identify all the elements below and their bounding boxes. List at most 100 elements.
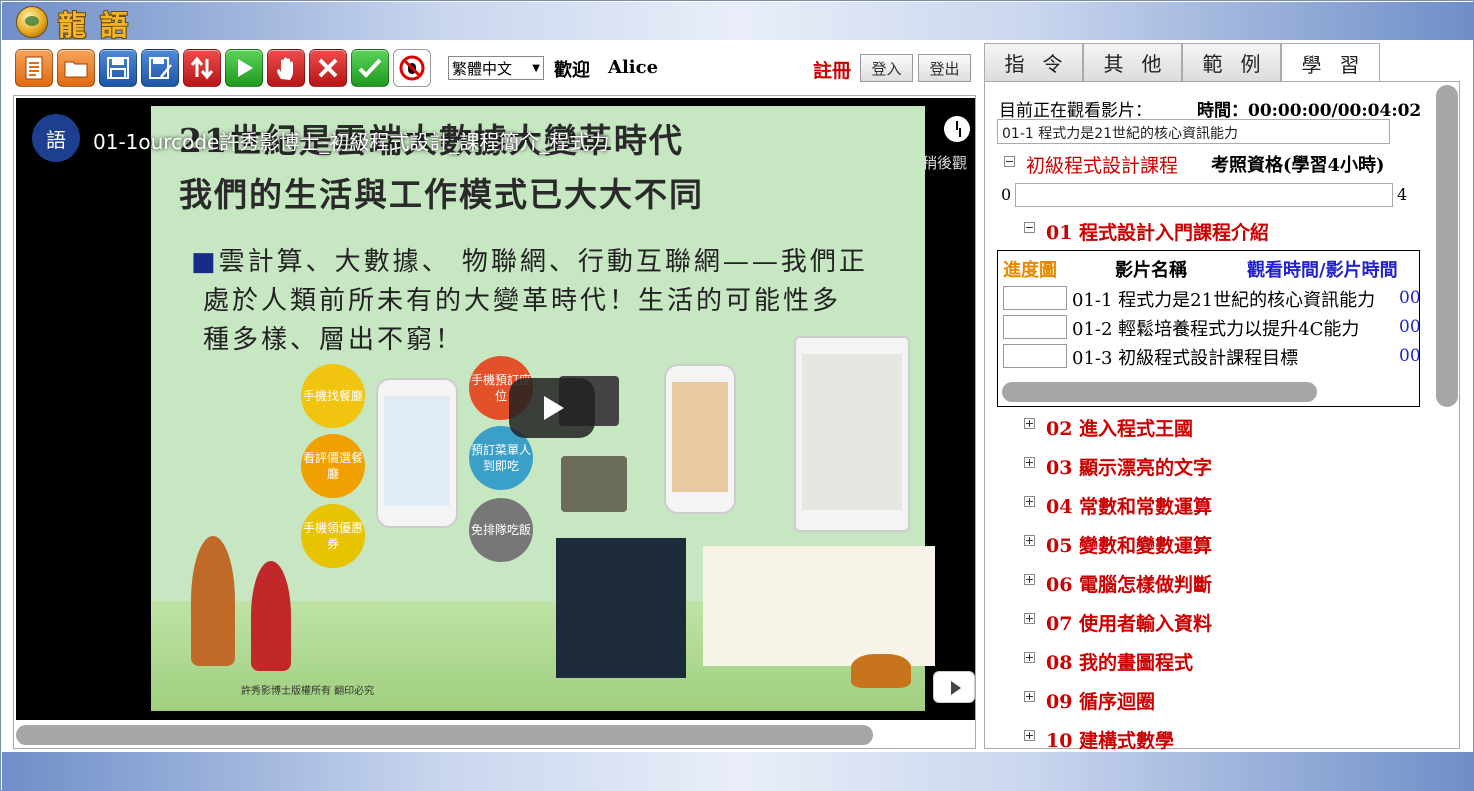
chapter-07[interactable]: 07 使用者輸入資料 bbox=[1046, 609, 1212, 636]
watch-later-label[interactable]: 稍後觀 bbox=[922, 152, 967, 173]
save-as-button[interactable] bbox=[141, 49, 179, 87]
chapter-08[interactable]: 08 我的畫圖程式 bbox=[1046, 648, 1193, 675]
table-row-name[interactable]: 01-1 程式力是21世紀的核心資訊能力 bbox=[1072, 286, 1375, 312]
hand-stop-icon bbox=[277, 57, 293, 80]
table-row-name[interactable]: 01-3 初級程式設計課程目標 bbox=[1072, 344, 1298, 370]
bubble-3: 手機領優惠券 bbox=[301, 504, 365, 568]
slide-copyright: 許秀影博士版權所有 翻印必究 bbox=[241, 686, 375, 697]
map-phone-image bbox=[794, 336, 910, 532]
row-progress-box bbox=[1003, 286, 1067, 310]
open-folder-button[interactable] bbox=[57, 49, 95, 87]
no-debug-button[interactable] bbox=[393, 49, 431, 87]
logout-button[interactable]: 登出 bbox=[918, 54, 971, 82]
close-button[interactable] bbox=[309, 49, 347, 87]
row-progress-box bbox=[1003, 344, 1067, 368]
horizontal-scrollbar[interactable] bbox=[16, 725, 873, 745]
column-header-progress: 進度圖 bbox=[1003, 260, 1057, 281]
expand-icon[interactable] bbox=[1024, 730, 1035, 741]
chapter-02[interactable]: 02 進入程式王國 bbox=[1046, 414, 1193, 441]
expand-icon[interactable] bbox=[1024, 691, 1035, 702]
expand-icon[interactable] bbox=[1024, 457, 1035, 468]
language-select-value: 繁體中文 bbox=[452, 59, 513, 78]
youtube-logo-icon[interactable] bbox=[933, 671, 975, 703]
progress-max: 4 bbox=[1397, 185, 1408, 204]
tab-commands[interactable]: 指令 bbox=[984, 43, 1083, 81]
boy-figure bbox=[191, 536, 235, 666]
taxi-app-image bbox=[703, 546, 935, 666]
vertical-scrollbar[interactable] bbox=[1436, 85, 1458, 407]
expand-icon[interactable] bbox=[1024, 418, 1035, 429]
expand-icon[interactable] bbox=[1024, 613, 1035, 624]
table-row-time: 00 bbox=[1399, 346, 1420, 366]
chapter-09[interactable]: 09 循序迴圈 bbox=[1046, 687, 1155, 714]
welcome-label: 歡迎 bbox=[554, 60, 590, 81]
stop-button[interactable] bbox=[267, 49, 305, 87]
chapter-06[interactable]: 06 電腦怎樣做判斷 bbox=[1046, 570, 1212, 597]
slide-bullet-text-1: 雲計算、大數據、 物聯網、行動互聯網——我們正 bbox=[218, 247, 868, 277]
bullet-icon: ■ bbox=[191, 247, 219, 277]
run-button[interactable] bbox=[225, 49, 263, 87]
collapse-icon[interactable] bbox=[1024, 222, 1035, 233]
now-watching-field[interactable]: 01-1 程式力是21世紀的核心資訊能力 bbox=[997, 119, 1390, 144]
language-select[interactable]: 繁體中文 ▼ bbox=[448, 56, 544, 80]
sort-button[interactable] bbox=[183, 49, 221, 87]
up-down-arrows-icon bbox=[190, 56, 214, 80]
register-link[interactable]: 註冊 bbox=[813, 56, 851, 83]
table-horizontal-scrollbar[interactable] bbox=[1002, 382, 1317, 402]
table-row-name[interactable]: 01-2 輕鬆培養程式力以提升4C能力 bbox=[1072, 315, 1359, 341]
video-player[interactable]: 21世紀是雲端大數據大變革時代 我們的生活與工作模式已大大不同 ■雲計算、大數據… bbox=[16, 98, 975, 720]
row-progress-box bbox=[1003, 315, 1067, 339]
slide-bullet-line-1: ■雲計算、大數據、 物聯網、行動互聯網——我們正 bbox=[191, 241, 868, 278]
folder-icon bbox=[64, 61, 88, 78]
table-row-time: 00 bbox=[1399, 288, 1420, 308]
tab-examples[interactable]: 範例 bbox=[1182, 43, 1281, 81]
login-button[interactable]: 登入 bbox=[860, 54, 913, 82]
time-label: 時間：00:00:00/00:04:02 bbox=[1197, 101, 1422, 121]
chapter-04[interactable]: 04 常數和常數運算 bbox=[1046, 492, 1212, 519]
tab-bar: 指令 其他 範例 學習 bbox=[984, 43, 1380, 82]
check-button[interactable] bbox=[351, 49, 389, 87]
toolbar bbox=[15, 49, 435, 87]
tab-learning[interactable]: 學習 bbox=[1281, 43, 1380, 82]
expand-icon[interactable] bbox=[1024, 535, 1035, 546]
play-button[interactable] bbox=[509, 378, 595, 438]
course-title[interactable]: 初級程式設計課程 bbox=[1026, 151, 1178, 178]
chevron-down-icon: ▼ bbox=[532, 62, 540, 74]
expand-icon[interactable] bbox=[1024, 652, 1035, 663]
phone-image-2 bbox=[664, 364, 736, 514]
username-label: Alice bbox=[608, 57, 659, 78]
bubble-6: 免排隊吃飯 bbox=[469, 498, 533, 562]
chapter-10[interactable]: 10 建構式數學 bbox=[1046, 726, 1174, 753]
channel-avatar[interactable]: 語 bbox=[32, 114, 80, 162]
collapse-icon[interactable] bbox=[1004, 156, 1015, 167]
floppy-disk-icon bbox=[107, 57, 129, 79]
prohibited-bug-icon bbox=[399, 55, 425, 81]
chapter-01[interactable]: 01 程式設計入門課程介紹 bbox=[1046, 218, 1269, 245]
slide-bullet-line-2: 處於人類前所未有的大變革時代！生活的可能性多 bbox=[203, 286, 842, 316]
app-title: 龍語 bbox=[58, 9, 143, 42]
new-document-button[interactable] bbox=[15, 49, 53, 87]
document-icon bbox=[25, 56, 43, 80]
slide-bullet-line-3: 種多樣、層出不窮！ bbox=[203, 325, 465, 355]
tab-other[interactable]: 其他 bbox=[1083, 43, 1182, 81]
app-window: 龍語 繁體中文 ▼ 歡迎 Alice 註冊 登入 登出 21世紀是雲端大數據大變… bbox=[0, 0, 1474, 791]
photo-thumbnail-2 bbox=[561, 456, 627, 512]
video-list-table: 進度圖 影片名稱 觀看時間/影片時間 01-1 程式力是21世紀的核心資訊能力 … bbox=[997, 250, 1420, 407]
globe-logo-icon bbox=[16, 6, 48, 38]
phone-image-1 bbox=[376, 378, 458, 528]
slide-heading-2: 我們的生活與工作模式已大大不同 bbox=[179, 175, 704, 214]
column-header-time: 觀看時間/影片時間 bbox=[1247, 260, 1398, 281]
save-as-icon bbox=[149, 57, 172, 79]
chapter-03[interactable]: 03 顯示漂亮的文字 bbox=[1046, 453, 1212, 480]
expand-icon[interactable] bbox=[1024, 574, 1035, 585]
dog-figure bbox=[851, 654, 911, 688]
expand-icon[interactable] bbox=[1024, 496, 1035, 507]
chapter-05[interactable]: 05 變數和變數運算 bbox=[1046, 531, 1212, 558]
video-title[interactable]: 01-1ourcode許秀影博士_初級程式設計_課程簡介_程式力 bbox=[93, 126, 609, 155]
title-bar: 龍語 bbox=[2, 2, 1474, 42]
table-row-time: 00 bbox=[1399, 317, 1420, 337]
clock-icon[interactable] bbox=[944, 116, 970, 142]
save-button[interactable] bbox=[99, 49, 137, 87]
status-bar bbox=[2, 752, 1474, 791]
bubble-1: 手機找餐廳 bbox=[301, 364, 365, 428]
